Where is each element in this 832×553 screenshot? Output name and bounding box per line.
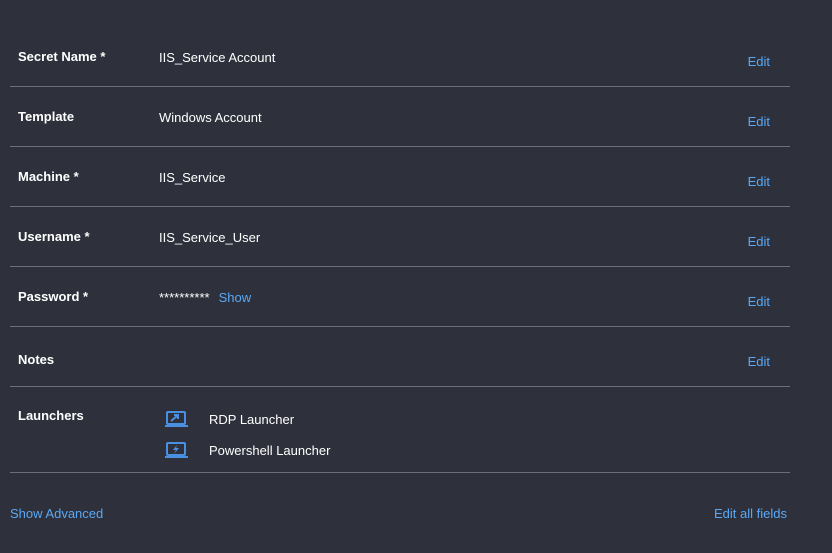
password-value: ********** Show [159,290,251,305]
field-row-password: Password * ********** Show Edit [10,267,790,327]
edit-notes-button[interactable]: Edit [748,354,770,369]
field-label: Password * [18,289,89,304]
powershell-launcher-icon [165,441,189,460]
field-value: IIS_Service [159,170,226,185]
field-value: IIS_Service Account [159,50,276,65]
launcher-list: RDP Launcher Powershell Launcher [165,404,330,466]
edit-template-button[interactable]: Edit [748,114,770,129]
edit-machine-button[interactable]: Edit [748,174,770,189]
edit-all-fields-link[interactable]: Edit all fields [714,506,787,521]
rdp-launcher-icon [165,410,189,429]
show-advanced-link[interactable]: Show Advanced [10,506,103,521]
field-label: Notes [18,352,55,367]
launcher-name: RDP Launcher [209,412,295,427]
field-value: Windows Account [159,110,262,125]
field-label: Template [18,109,75,124]
launchers-row: Launchers RDP Launcher Powershell Launch… [10,387,790,473]
field-row-username: Username * IIS_Service_User Edit [10,207,790,267]
edit-secret-name-button[interactable]: Edit [748,54,770,69]
edit-password-button[interactable]: Edit [748,294,770,309]
field-row-notes: Notes Edit [10,327,790,387]
password-mask: ********** [159,290,210,305]
field-label: Machine * [18,169,79,184]
rdp-launcher[interactable]: RDP Launcher [165,404,330,435]
field-label: Secret Name * [18,49,106,64]
powershell-launcher[interactable]: Powershell Launcher [165,435,330,466]
edit-username-button[interactable]: Edit [748,234,770,249]
field-value: IIS_Service_User [159,230,261,245]
field-label: Username * [18,229,90,244]
field-row-template: Template Windows Account Edit [10,87,790,147]
show-password-button[interactable]: Show [219,290,252,305]
launcher-name: Powershell Launcher [209,443,331,458]
field-row-machine: Machine * IIS_Service Edit [10,147,790,207]
launchers-label: Launchers [18,408,84,423]
field-row-secret-name: Secret Name * IIS_Service Account Edit [10,27,790,87]
secret-fields-panel: Secret Name * IIS_Service Account Edit T… [10,27,790,473]
